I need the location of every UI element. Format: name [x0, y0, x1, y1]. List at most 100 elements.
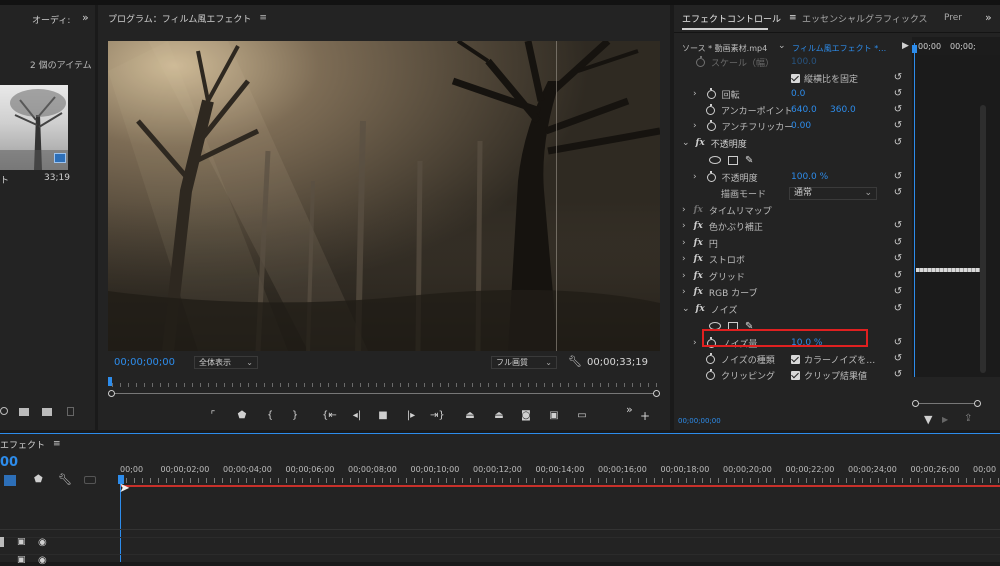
ec-playhead-handle[interactable] [912, 45, 917, 53]
new-item-icon[interactable] [42, 408, 52, 416]
chevron-down-icon[interactable]: ⌄ [778, 41, 786, 51]
expand-chevron-icon[interactable]: › [693, 338, 697, 348]
reset-icon[interactable]: ↺ [892, 337, 904, 349]
film-icon[interactable]: ▣ [17, 555, 26, 565]
reset-icon[interactable]: ↺ [892, 353, 904, 365]
ec-vertical-scrollbar[interactable] [980, 105, 986, 373]
wrench-icon[interactable]: 🔧︎ [568, 355, 582, 368]
expand-chevron-icon[interactable]: › [682, 221, 686, 231]
quality-dropdown[interactable]: フル画質 ⌄ [491, 356, 557, 369]
time-remap-row[interactable]: › fx タイムリマップ [674, 202, 910, 218]
zoom-scrollbar[interactable] [112, 393, 660, 394]
step-back-marker-icon[interactable]: {⇤ [322, 409, 337, 423]
clip-result-checkbox[interactable] [791, 370, 800, 380]
video-frame[interactable] [108, 41, 660, 351]
more-tabs-icon[interactable]: » [985, 11, 992, 24]
film-icon[interactable]: ▣ [17, 537, 26, 547]
color-noise-checkbox[interactable] [791, 354, 800, 364]
mark-in-icon[interactable]: ⌜ [206, 409, 220, 423]
reset-icon[interactable]: ↺ [892, 369, 904, 381]
zoom-dropdown[interactable]: 全体表示 ⌄ [194, 356, 258, 369]
program-title-bar[interactable]: プログラム：フィルム風エフェクト ≡ [108, 7, 267, 29]
strobe-row[interactable]: › fx ストロボ ↺ [674, 251, 910, 267]
collapse-chevron-icon[interactable]: ⌄ [682, 304, 690, 314]
scrubber-ruler[interactable] [112, 383, 660, 387]
reset-icon[interactable]: ↺ [892, 303, 904, 315]
ec-timeline-area[interactable] [912, 55, 1000, 377]
add-marker-icon[interactable]: ⬟ [235, 409, 249, 423]
anchor-x-value[interactable]: 640.0 [791, 105, 817, 115]
reset-icon[interactable]: ↺ [892, 253, 904, 265]
stopwatch-icon[interactable] [706, 119, 716, 131]
stopwatch-icon[interactable] [706, 368, 715, 380]
project-tab[interactable]: オーディ: [32, 8, 70, 30]
step-forward-icon[interactable]: |▸ [404, 409, 418, 423]
expand-chevron-icon[interactable]: › [682, 238, 686, 248]
track-target-icon[interactable] [0, 537, 4, 547]
circle-row[interactable]: › fx 円 ↺ [674, 235, 910, 251]
work-area-bar[interactable] [120, 485, 1000, 487]
expand-chevron-icon[interactable]: › [682, 254, 686, 264]
reset-icon[interactable]: ↺ [892, 270, 904, 282]
reset-icon[interactable]: ↺ [892, 120, 904, 132]
filter-icon[interactable]: ▼ [924, 413, 932, 426]
panel-expand-icon[interactable]: » [82, 11, 89, 24]
expand-chevron-icon[interactable]: › [693, 121, 697, 131]
reset-icon[interactable]: ↺ [892, 88, 904, 100]
program-current-time[interactable]: 00;00;00;00 [114, 357, 175, 368]
more-controls-icon[interactable]: » [626, 403, 633, 416]
safe-margins-icon[interactable]: ▭ [575, 409, 589, 423]
stopwatch-icon[interactable] [706, 87, 716, 99]
fx-icon[interactable]: fx [694, 238, 703, 248]
reset-icon[interactable]: ↺ [892, 220, 904, 232]
panel-menu-icon[interactable]: ≡ [53, 439, 61, 449]
reset-icon[interactable]: ↺ [892, 137, 904, 149]
timeline-tab[interactable]: エフェクト ≡ [0, 433, 61, 455]
panel-menu-icon[interactable]: ≡ [789, 13, 797, 23]
go-to-out-icon[interactable]: } [288, 409, 302, 423]
opacity-group-row[interactable]: ⌄ fx 不透明度 ↺ [674, 135, 910, 151]
fx-icon[interactable]: fx [694, 287, 703, 297]
clip-bar[interactable] [916, 268, 980, 272]
scroll-handle-left[interactable] [108, 390, 115, 397]
rgb-curves-row[interactable]: › fx RGB カーブ ↺ [674, 284, 910, 300]
sequence-link[interactable]: フィルム風エフェクト *… [792, 43, 886, 54]
antiflicker-value[interactable]: 0.00 [791, 121, 811, 131]
rectangle-mask-icon[interactable] [728, 155, 738, 165]
go-to-in-icon[interactable]: { [263, 409, 277, 423]
noise-group-row[interactable]: ⌄ fx ノイズ ↺ [674, 301, 910, 317]
fx-icon[interactable]: fx [694, 254, 703, 264]
scroll-handle-right[interactable] [653, 390, 660, 397]
ec-playhead[interactable] [914, 43, 915, 377]
grid-row[interactable]: › fx グリッド ↺ [674, 268, 910, 284]
panel-menu-icon[interactable]: ≡ [259, 13, 267, 23]
add-button-icon[interactable]: + [640, 409, 650, 423]
step-forward-marker-icon[interactable]: ⇥} [430, 409, 445, 423]
ec-zoom-handle-right[interactable] [974, 400, 981, 407]
ec-zoom-handle-left[interactable] [912, 400, 919, 407]
blend-mode-dropdown[interactable]: 通常 ⌄ [789, 186, 877, 200]
eye-icon[interactable]: ◉ [38, 537, 47, 548]
fx-icon[interactable]: fx [694, 271, 703, 281]
eye-icon[interactable]: ◉ [38, 555, 47, 566]
timeline-current-time[interactable]: 00 [0, 455, 18, 470]
lift-icon[interactable]: ⏏ [463, 409, 477, 423]
fx-icon[interactable]: fx [696, 304, 705, 314]
pen-mask-icon[interactable]: ✎ [745, 155, 753, 166]
step-back-icon[interactable]: ◂| [350, 409, 364, 423]
color-balance-row[interactable]: › fx 色かぶり補正 ↺ [674, 218, 910, 234]
timeline-ruler[interactable]: 00;00 00;00;02;00 00;00;04;00 00;00;06;00 00… [118, 461, 1000, 485]
search-icon[interactable] [0, 407, 8, 415]
expand-chevron-icon[interactable]: › [693, 172, 697, 182]
expand-chevron-icon[interactable]: › [682, 205, 686, 215]
play-audio-icon[interactable]: ▶ [902, 41, 909, 51]
opacity-value[interactable]: 100.0 % [791, 172, 828, 182]
fx-icon[interactable]: fx [694, 221, 703, 231]
reset-icon[interactable]: ↺ [892, 104, 904, 116]
trash-icon[interactable] [67, 407, 74, 416]
comparison-view-icon[interactable]: ▣ [547, 409, 561, 423]
wrench-icon[interactable]: 🔧︎ [58, 473, 72, 486]
expand-chevron-icon[interactable]: › [693, 89, 697, 99]
stopwatch-icon[interactable] [706, 352, 715, 364]
reset-icon[interactable]: ↺ [892, 237, 904, 249]
